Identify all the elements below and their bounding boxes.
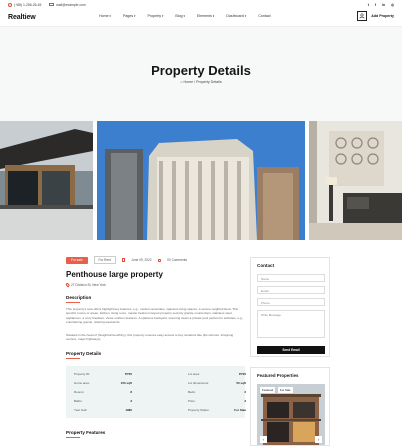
featured-heading: Featured Properties (257, 373, 299, 378)
detail-row: Rooms: 8 (74, 390, 132, 394)
top-bar: (+88) 1-256-26-45 mail@example.com t f i… (0, 0, 402, 9)
social-links: t f in ◎ (368, 3, 394, 7)
phone-number: (+88) 1-256-26-45 (14, 2, 42, 7)
email-field[interactable]: Email (257, 286, 325, 294)
main-nav: Home Pages Property Blog Elements Dashbo… (99, 14, 271, 18)
instagram-icon[interactable]: ◎ (391, 3, 394, 7)
send-email-button[interactable]: Send Email (257, 346, 325, 354)
location-icon (65, 282, 70, 288)
detail-row: Baths: 3 (74, 399, 132, 403)
featured-badge: Featured (260, 387, 276, 393)
description-heading: Description (66, 295, 91, 302)
address-text: 27 Division St, New York (71, 283, 106, 287)
nav-blog[interactable]: Blog (175, 14, 185, 18)
email-info[interactable]: mail@example.com (49, 2, 86, 7)
add-property-button[interactable]: Add Property (371, 14, 394, 18)
comment-count[interactable]: 00 Comments (167, 258, 187, 262)
detail-row: Price: 3 (188, 399, 246, 403)
gallery-image-1[interactable] (0, 121, 93, 240)
breadcrumb[interactable]: ⌂ Home / Property Details (0, 80, 402, 84)
property-features-heading: Property Features (66, 430, 105, 437)
nav-home[interactable]: Home (99, 14, 111, 18)
nav-property[interactable]: Property (147, 14, 163, 18)
name-field[interactable]: Name (257, 274, 325, 282)
email-address: mail@example.com (55, 2, 86, 7)
phone-field[interactable]: Phone (257, 298, 325, 306)
page-title: Property Details (151, 63, 251, 78)
calendar-icon (121, 258, 126, 262)
page-hero: Property Details ⌂ Home / Property Detai… (0, 27, 402, 121)
nav-contact[interactable]: Contact (258, 14, 270, 18)
description-text-1: This property's loca offers highlight ke… (66, 307, 244, 325)
detail-row: Beds: 3 (188, 390, 246, 394)
type-badge[interactable]: For Rent (93, 256, 116, 264)
nav-dashboard[interactable]: Dashboard (226, 14, 246, 18)
detail-row: Year built: 1980 (74, 408, 132, 412)
sale-badge: For Sale (278, 387, 293, 393)
detail-row: Lot area: P720 (188, 372, 246, 376)
contact-form: Contact Name Email Phone Write Message S… (250, 257, 330, 357)
site-header: Realtiew Home Pages Property Blog Elemen… (0, 9, 402, 27)
nav-elements[interactable]: Elements (197, 14, 214, 18)
status-badge[interactable]: For sale (66, 256, 88, 264)
message-field[interactable]: Write Message (257, 310, 325, 338)
contact-heading: Contact (257, 263, 275, 268)
facebook-icon[interactable]: f (375, 3, 376, 7)
featured-property-card[interactable]: Featured For Sale ‹ › (257, 384, 325, 445)
phone-info[interactable]: (+88) 1-256-26-45 (8, 2, 42, 7)
detail-row: Home area: 150 sqft (74, 381, 132, 385)
listing-title: Penthouse large property (66, 270, 163, 279)
nav-pages[interactable]: Pages (123, 14, 136, 18)
description-text-2: Situated in the heart of (Neighborhood/C… (66, 333, 234, 342)
property-details-table: Property ID: P720 Home area: 150 sqft Room… (66, 366, 246, 418)
next-arrow-icon[interactable]: › (315, 436, 322, 443)
twitter-icon[interactable]: t (368, 3, 369, 7)
listing-date: June 09, 2022 (131, 258, 152, 262)
header-actions: Add Property (357, 11, 394, 21)
listing-meta: For sale For Rent June 09, 2022 00 Comme… (66, 256, 187, 264)
detail-row: Lot dimensions: 50 sqft (188, 381, 246, 385)
user-icon[interactable] (357, 11, 368, 21)
linkedin-icon[interactable]: in (382, 3, 385, 7)
listing-address: 27 Division St, New York (65, 282, 106, 288)
featured-properties: Featured Properties Featured For Sale ‹ … (250, 367, 330, 446)
gallery-image-3[interactable] (309, 121, 402, 240)
mail-icon (49, 2, 54, 7)
property-details-heading: Property Details (66, 351, 101, 358)
detail-row: Property Status: For Sale (188, 408, 246, 412)
phone-icon (8, 2, 12, 7)
comment-icon (157, 258, 162, 262)
site-logo[interactable]: Realtiew (8, 14, 36, 21)
property-gallery (0, 121, 402, 240)
detail-row: Property ID: P720 (74, 372, 132, 376)
prev-arrow-icon[interactable]: ‹ (260, 436, 267, 443)
gallery-image-2[interactable] (97, 121, 305, 240)
